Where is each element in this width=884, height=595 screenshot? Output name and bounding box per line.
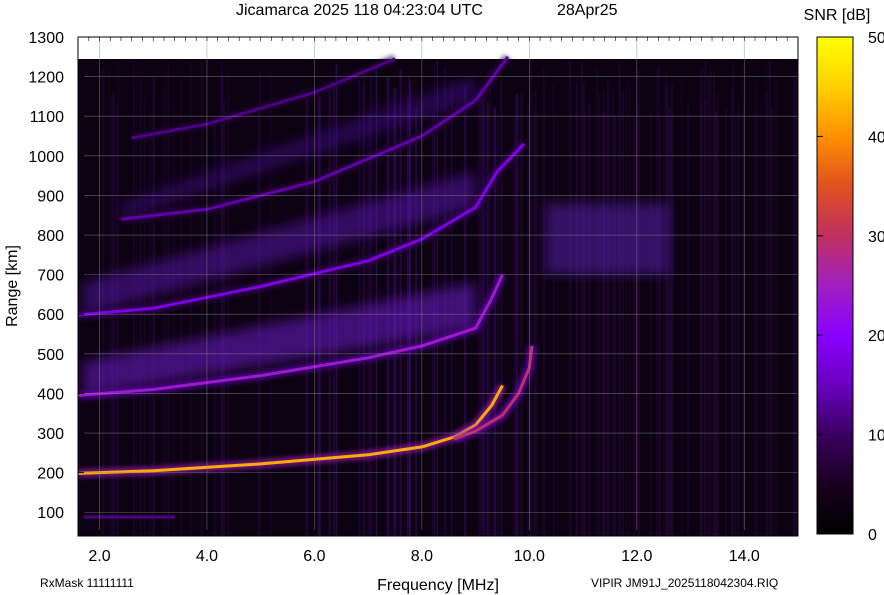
file-label: VIPIR JM91J_2025118042304.RIQ [591, 576, 778, 590]
interference-streak [765, 62, 767, 536]
y-tick-label: 600 [37, 307, 64, 324]
y-axis-label: Range [km] [4, 245, 21, 327]
interference-streak [552, 84, 555, 536]
interference-streak [771, 107, 774, 536]
interference-streak [362, 70, 365, 536]
x-tick-label: 6.0 [303, 548, 325, 565]
interference-streak [305, 95, 308, 536]
x-axis-label: Frequency [MHz] [377, 577, 499, 594]
colorbar-tick-label: 50 [868, 30, 884, 47]
interference-streak [533, 111, 537, 536]
colorbar-label: SNR [dB] [804, 7, 871, 24]
interference-streak [515, 93, 518, 536]
interference-streak [543, 84, 546, 536]
interference-streak [686, 99, 689, 536]
interference-streak [598, 91, 601, 536]
y-tick-label: 700 [37, 268, 64, 285]
interference-streak [725, 108, 727, 536]
colorbar [816, 36, 854, 535]
chart-date-label: 28Apr25 [557, 2, 618, 19]
interference-streak [632, 116, 636, 536]
colorbar-tick-label: 0 [868, 527, 877, 544]
interference-streak [486, 102, 489, 536]
y-tick-label: 1300 [28, 30, 64, 47]
interference-streak [568, 61, 572, 536]
interference-streak [704, 99, 707, 536]
interference-streak [742, 100, 745, 536]
x-tick-label: 14.0 [729, 548, 760, 565]
interference-streak [656, 69, 658, 536]
chart-title: Jicamarca 2025 118 04:23:04 UTC [236, 2, 483, 19]
interference-streak [575, 76, 579, 536]
interference-streak [699, 98, 703, 536]
ionogram-chart: Jicamarca 2025 118 04:23:04 UTC 28Apr25 … [4, 2, 884, 594]
interference-streak [607, 89, 610, 536]
interference-streak [328, 83, 331, 536]
interference-streak [793, 71, 796, 536]
interference-streak [621, 91, 625, 536]
interference-streak [626, 75, 627, 536]
interference-streak [78, 66, 81, 536]
colorbar-tick-label: 10 [868, 428, 884, 445]
x-tick-label: 4.0 [196, 548, 218, 565]
interference-streak [375, 64, 378, 536]
y-tick-label: 500 [37, 347, 64, 364]
x-tick-label: 8.0 [411, 548, 433, 565]
interference-streak [755, 111, 759, 536]
interference-streak [584, 105, 586, 536]
x-tick-label: 2.0 [88, 548, 110, 565]
x-tick-label: 12.0 [621, 548, 652, 565]
interference-streak [257, 110, 260, 536]
y-tick-label: 1000 [28, 149, 64, 166]
interference-streak [637, 70, 640, 536]
rxmask-label: RxMask 11111111 [40, 576, 134, 590]
y-tick-label: 1100 [30, 109, 65, 126]
colorbar-tick-label: 40 [868, 129, 884, 146]
y-tick-label: 400 [37, 386, 64, 403]
y-tick-label: 200 [37, 466, 64, 483]
colorbar-tick-label: 20 [868, 328, 884, 345]
interference-streak [596, 68, 598, 536]
interference-streak [730, 86, 734, 536]
interference-streak [709, 66, 712, 536]
interference-streak [618, 66, 621, 536]
colorbar-tick-label: 30 [868, 229, 884, 246]
interference-streak [774, 76, 778, 536]
interference-streak [680, 78, 683, 536]
interference-streak [513, 115, 515, 536]
y-tick-label: 900 [37, 188, 64, 205]
y-tick-label: 300 [37, 426, 64, 443]
interference-streak [760, 101, 762, 536]
diffuse-scatter [545, 203, 669, 275]
interference-streak [768, 60, 771, 536]
interference-streak [707, 75, 710, 536]
interference-streak [668, 107, 671, 536]
interference-streak [628, 84, 631, 536]
y-tick-label: 100 [37, 505, 64, 522]
interference-streak [670, 84, 674, 536]
y-tick-label: 800 [37, 228, 64, 245]
interference-streak [657, 65, 661, 536]
interference-streak [582, 82, 585, 536]
interference-streak [500, 80, 503, 536]
interference-streak [737, 107, 740, 536]
interference-streak [713, 82, 715, 536]
x-tick-label: 10.0 [514, 548, 545, 565]
interference-streak [588, 103, 591, 536]
interference-streak [665, 87, 669, 536]
y-tick-label: 1200 [28, 70, 64, 87]
y-axis-ticks: 100 200 300 400 500 600 700 800 900 1000 1100 1200 1… [28, 30, 84, 522]
interference-streak [333, 79, 335, 536]
